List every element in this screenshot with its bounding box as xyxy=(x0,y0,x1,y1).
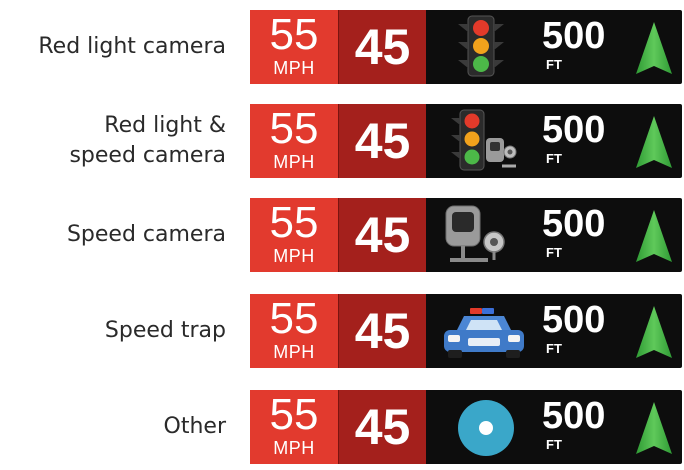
speed-limit-box: 55 MPH xyxy=(250,104,338,178)
speed-limit-box: 55 MPH xyxy=(250,10,338,84)
alert-banner: 55 MPH 45 500 FT xyxy=(250,10,682,84)
speed-limit-unit: MPH xyxy=(273,246,315,266)
alert-type-label: Red light & speed camera xyxy=(0,100,226,182)
alert-type-label: Speed camera xyxy=(0,194,226,276)
speed-limit-value: 55 xyxy=(269,104,319,153)
distance-readout: 500 FT xyxy=(542,300,624,364)
generic-alert-icon xyxy=(458,400,514,456)
distance-value: 500 xyxy=(542,109,606,151)
speed-limit-box: 55 MPH xyxy=(250,294,338,368)
arrow-up-icon xyxy=(636,210,672,262)
alert-row-speed-trap: Speed trap 55 MPH 45 500 FT xyxy=(0,290,684,372)
current-speed-value: 45 xyxy=(338,294,426,368)
speed-limit-value: 55 xyxy=(269,390,319,439)
current-speed-value: 45 xyxy=(338,390,426,464)
alert-type-label: Red light camera xyxy=(0,6,226,88)
arrow-up-icon xyxy=(636,22,672,74)
speed-limit-unit: MPH xyxy=(273,438,315,458)
alert-banner: 55 MPH 45 500 FT xyxy=(250,294,682,368)
current-speed-value: 45 xyxy=(338,198,426,272)
alert-type-label-line: speed camera xyxy=(69,143,226,168)
police-car-icon xyxy=(444,308,524,358)
distance-readout: 500 FT xyxy=(542,16,624,80)
traffic-light-icon xyxy=(458,15,504,77)
alert-row-speed-camera: Speed camera 55 MPH 45 500 FT xyxy=(0,194,684,276)
traffic-light-speed-camera-icon xyxy=(451,109,517,171)
distance-readout: 500 FT xyxy=(542,204,624,268)
speed-limit-value: 55 xyxy=(269,10,319,59)
alert-type-label-line: Other xyxy=(163,414,226,439)
distance-unit: FT xyxy=(546,341,562,356)
speed-limit-box: 55 MPH xyxy=(250,390,338,464)
alert-type-label: Other xyxy=(0,386,226,468)
speed-limit-box: 55 MPH xyxy=(250,198,338,272)
speed-limit-unit: MPH xyxy=(273,342,315,362)
alert-type-label-line: Red light & xyxy=(104,113,226,138)
alert-banner: 55 MPH 45 500 FT xyxy=(250,104,682,178)
alert-row-red-light-camera: Red light camera 55 MPH 45 500 FT xyxy=(0,6,684,88)
distance-readout: 500 FT xyxy=(542,396,624,460)
alert-row-other: Other 55 MPH 45 500 FT xyxy=(0,386,684,468)
alert-type-label-line: Red light camera xyxy=(38,34,226,59)
arrow-up-icon xyxy=(636,306,672,358)
current-speed-value: 45 xyxy=(338,10,426,84)
distance-unit: FT xyxy=(546,57,562,72)
speed-limit-value: 55 xyxy=(269,198,319,247)
speed-limit-value: 55 xyxy=(269,294,319,343)
arrow-up-icon xyxy=(636,402,672,454)
distance-value: 500 xyxy=(542,15,606,57)
speed-limit-unit: MPH xyxy=(273,152,315,172)
alert-type-label: Speed trap xyxy=(0,290,226,372)
distance-value: 500 xyxy=(542,299,606,341)
distance-unit: FT xyxy=(546,151,562,166)
arrow-up-icon xyxy=(636,116,672,168)
speed-limit-unit: MPH xyxy=(273,58,315,78)
alert-banner: 55 MPH 45 500 FT xyxy=(250,390,682,464)
distance-unit: FT xyxy=(546,437,562,452)
distance-readout: 500 FT xyxy=(542,110,624,174)
alert-type-label-line: Speed camera xyxy=(66,222,226,247)
speed-camera-icon xyxy=(445,205,505,262)
distance-unit: FT xyxy=(546,245,562,260)
distance-value: 500 xyxy=(542,203,606,245)
alert-banner: 55 MPH 45 500 FT xyxy=(250,198,682,272)
distance-value: 500 xyxy=(542,395,606,437)
alert-row-red-light-speed-camera: Red light & speed camera 55 MPH 45 500 F… xyxy=(0,100,684,182)
current-speed-value: 45 xyxy=(338,104,426,178)
alert-type-label-line: Speed trap xyxy=(104,318,226,343)
